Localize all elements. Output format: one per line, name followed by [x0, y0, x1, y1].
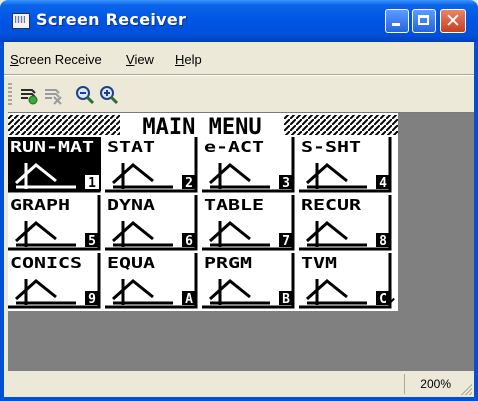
stop-receive-button[interactable] — [42, 84, 64, 106]
tile-label: TABLE — [204, 196, 264, 214]
tile-label: e-ACT — [204, 138, 264, 156]
tile-number: 3 — [282, 176, 290, 191]
tile-label: S-SHT — [301, 138, 361, 156]
menu-tile[interactable]: DYNA 6 — [105, 195, 198, 251]
status-bar: 200% — [4, 371, 474, 397]
menu-tile[interactable]: TABLE 7 — [202, 195, 295, 251]
menu-tile[interactable]: S-SHT 4 — [299, 137, 392, 193]
menu-tile[interactable]: GRAPH 5 — [8, 195, 101, 251]
maximize-button[interactable] — [412, 9, 436, 33]
menu-bar: Screen Receive View Help — [4, 46, 474, 70]
menu-label: elp — [184, 52, 202, 67]
zoom-in-button[interactable] — [98, 84, 120, 106]
zoom-out-icon — [76, 86, 95, 105]
menu-tile[interactable]: RECUR 8 — [299, 195, 392, 251]
resize-grip-icon[interactable] — [458, 381, 472, 395]
tile-number: 4 — [379, 176, 387, 191]
minimize-button[interactable] — [385, 9, 409, 33]
menu-label: iew — [134, 52, 154, 67]
header-hatch-right — [284, 115, 398, 135]
tile-number: A — [185, 292, 193, 307]
menu-separator — [4, 74, 474, 76]
tile-number: 6 — [185, 234, 193, 249]
window-title: Screen Receiver — [36, 10, 187, 29]
header-hatch-left — [8, 115, 120, 135]
menu-tile[interactable]: TVMC — [299, 253, 392, 309]
tile-label: STAT — [107, 138, 155, 156]
tile-label: CONICS — [10, 254, 82, 272]
toolbar — [4, 78, 474, 110]
tile-number: B — [282, 292, 290, 307]
tile-label: EQUA — [107, 254, 155, 272]
menu-tile[interactable]: PRGM B — [202, 253, 295, 309]
zoom-in-icon — [100, 86, 119, 105]
tile-number: 8 — [379, 234, 387, 249]
tile-label: PRGM — [204, 254, 252, 272]
calculator-screen[interactable]: MAIN MENU RUN-MAT 1 STAT 2 e-ACT 3 S-SHT 4 GRAPH… — [8, 113, 398, 311]
menu-tile[interactable]: STAT 2 — [105, 137, 198, 193]
menu-label: creen Receive — [18, 52, 102, 67]
stop-receive-icon — [45, 89, 62, 105]
menu-view[interactable]: View — [126, 52, 154, 67]
close-icon: ✕ — [445, 10, 461, 32]
menu-tile[interactable]: EQUA A — [105, 253, 198, 309]
tile-label: RUN-MAT — [10, 138, 94, 156]
tile-label: RECUR — [301, 196, 362, 214]
menu-mnemonic: S — [10, 52, 19, 67]
receive-button[interactable] — [18, 84, 40, 106]
scroll-down-icon: ↓ — [382, 284, 398, 308]
minimize-icon — [386, 10, 408, 32]
app-icon[interactable] — [12, 13, 30, 29]
app-window: Screen Receiver ✕ Screen Receive View He… — [0, 0, 478, 401]
close-button[interactable]: ✕ — [440, 9, 466, 33]
menu-mnemonic: H — [175, 52, 185, 67]
receive-icon — [21, 89, 38, 105]
tile-number: 1 — [88, 176, 96, 191]
menu-screen-receive[interactable]: Screen Receive — [10, 52, 102, 67]
menu-tile[interactable]: CONICS 9 — [8, 253, 101, 309]
menu-tile[interactable]: e-ACT 3 — [202, 137, 295, 193]
main-menu-title: MAIN MENU — [142, 115, 261, 140]
menu-tile[interactable]: RUN-MAT 1 — [8, 137, 101, 193]
calculator-display: MAIN MENU RUN-MAT 1 STAT 2 e-ACT 3 S-SHT 4 GRAPH… — [8, 115, 398, 309]
zoom-out-button[interactable] — [74, 84, 96, 106]
tile-number: 7 — [282, 234, 290, 249]
tile-number: 9 — [88, 292, 96, 307]
tile-label: TVM — [301, 254, 337, 272]
tile-label: GRAPH — [10, 196, 70, 214]
maximize-icon — [413, 10, 435, 32]
receiver-client-area: MAIN MENU RUN-MAT 1 STAT 2 e-ACT 3 S-SHT 4 GRAPH… — [8, 112, 474, 371]
window-border-bottom — [0, 397, 478, 401]
menu-help[interactable]: Help — [175, 52, 202, 67]
tile-number: 5 — [88, 234, 96, 249]
zoom-level: 200% — [420, 377, 451, 391]
window-border-right — [474, 42, 478, 401]
title-bar[interactable]: Screen Receiver ✕ — [0, 0, 478, 42]
tile-number: 2 — [185, 176, 193, 191]
tile-label: DYNA — [107, 196, 155, 214]
zoom-panel: 200% — [404, 374, 455, 394]
toolbar-grip[interactable] — [8, 83, 12, 105]
